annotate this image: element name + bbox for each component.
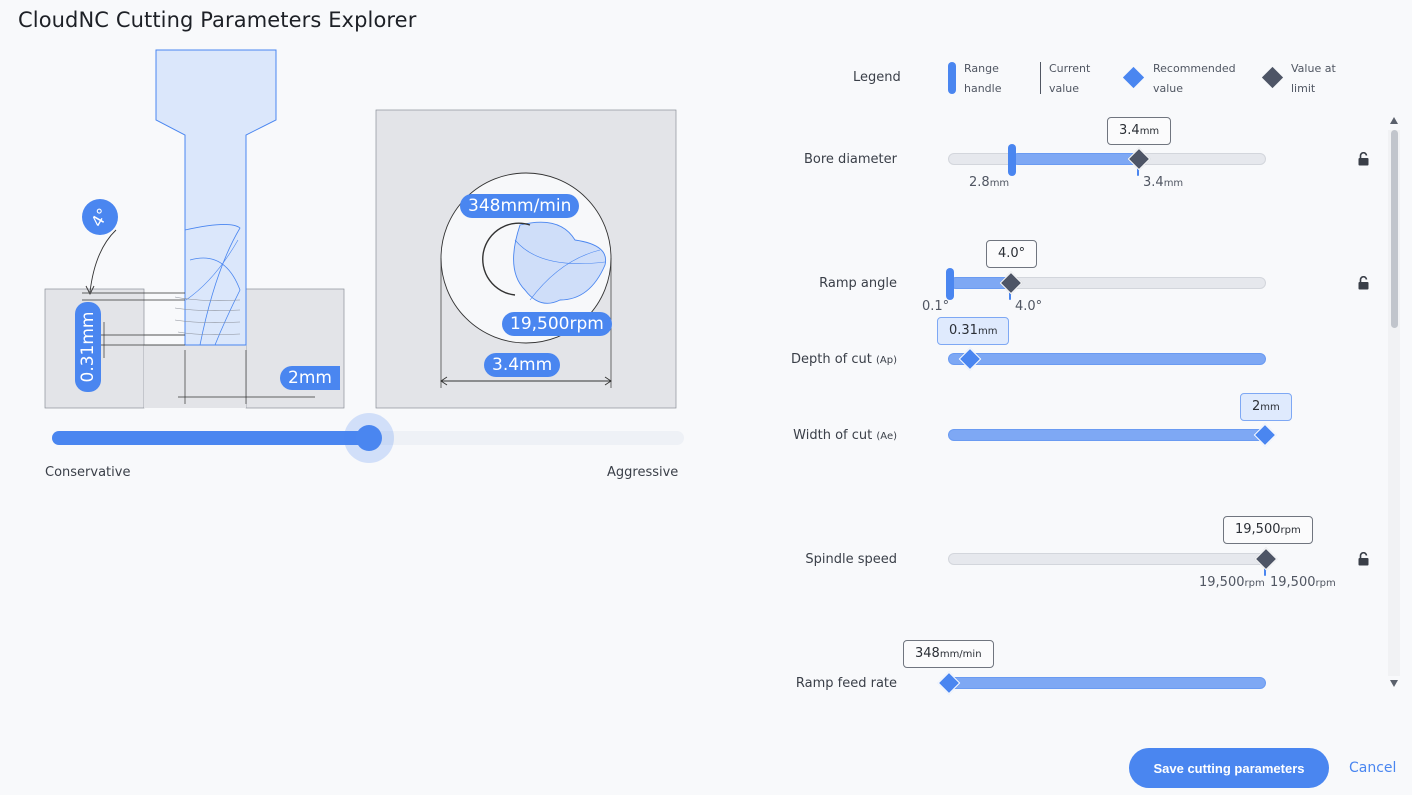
width-of-cut-track[interactable]: [948, 429, 1266, 441]
spindle-speed-min-tick: 19,500rpm: [1199, 575, 1265, 590]
bore-diameter-value-bubble: 3.4mm: [1107, 117, 1172, 145]
legend-range-handle: Range handle: [964, 62, 1002, 95]
bore-diameter-current-tick: 3.4mm: [1143, 175, 1184, 190]
spindle-speed-current-tick: 19,500rpm: [1270, 575, 1336, 590]
depth-of-cut-track[interactable]: [948, 353, 1266, 365]
legend-title: Legend: [853, 70, 901, 85]
save-cutting-parameters-button[interactable]: Save cutting parameters: [1129, 748, 1329, 788]
ramp-angle-badge: 4°: [82, 199, 118, 235]
ramp-angle-current-tick: 4.0°: [1015, 299, 1043, 314]
depth-of-cut-value-bubble: 0.31mm: [937, 317, 1010, 345]
current-value-legend-icon: [1040, 62, 1041, 94]
diameter-label-pill: 3.4mm: [484, 353, 561, 377]
depth-of-cut-label: Depth of cut (Ap): [790, 352, 897, 367]
cancel-link[interactable]: Cancel: [1349, 760, 1396, 776]
ramp-angle-value-bubble: 4.0°: [986, 240, 1038, 268]
width-label-pill: 2mm: [280, 366, 340, 390]
bore-diameter-min-handle[interactable]: [1008, 144, 1016, 176]
ramp-angle-limit-diamond[interactable]: [999, 271, 1023, 295]
ramp-angle-min-handle[interactable]: [946, 268, 954, 300]
range-handle-legend-icon: [948, 62, 956, 94]
width-of-cut-label: Width of cut (Ae): [793, 428, 897, 443]
depth-of-cut-recommended-diamond[interactable]: [958, 347, 982, 371]
bore-diameter-label: Bore diameter: [804, 152, 897, 167]
ramp-angle-min-tick: 0.1°: [922, 299, 950, 314]
legend-recommended-value: Recommended value: [1153, 62, 1236, 95]
scroll-down-arrow-icon[interactable]: [1390, 680, 1398, 687]
bore-diameter-range-fill: [1012, 153, 1140, 165]
spindle-speed-label: Spindle speed: [805, 552, 897, 567]
width-of-cut-recommended-diamond[interactable]: [1253, 423, 1277, 447]
unlocked-padlock-icon[interactable]: [1357, 152, 1371, 166]
aggressiveness-fill: [52, 431, 368, 445]
ramp-angle-label: Ramp angle: [819, 276, 897, 291]
spindle-speed-track[interactable]: [948, 553, 1266, 565]
spindle-speed-limit-diamond[interactable]: [1254, 547, 1278, 571]
ramp-feed-rate-track[interactable]: [948, 677, 1266, 689]
limit-diamond-icon: [1261, 66, 1284, 89]
unlocked-padlock-icon[interactable]: [1357, 552, 1371, 566]
legend-current-value: Current value: [1049, 62, 1091, 95]
conservative-label: Conservative: [45, 465, 131, 480]
aggressive-label: Aggressive: [607, 465, 679, 480]
rpm-label-pill: 19,500rpm: [502, 312, 612, 336]
ramp-feed-rate-value-bubble: 348mm/min: [903, 640, 994, 668]
tool-illustration: 4° 0.31mm 2mm 348mm/min 19,500rpm 3.4mm: [0, 0, 700, 420]
ramp-feed-rate-label: Ramp feed rate: [795, 676, 897, 691]
legend-value-at-limit: Value at limit: [1291, 62, 1336, 95]
unlocked-padlock-icon[interactable]: [1357, 276, 1371, 290]
aggressiveness-thumb[interactable]: [356, 425, 382, 451]
scrollbar-thumb[interactable]: [1391, 130, 1398, 328]
depth-label-pill: 0.31mm: [75, 302, 101, 392]
recommended-diamond-icon: [1122, 66, 1145, 89]
bore-diameter-min-tick: 2.8mm: [969, 175, 1010, 190]
feed-label-pill: 348mm/min: [460, 194, 580, 218]
width-of-cut-value-bubble: 2mm: [1240, 393, 1292, 421]
scroll-up-arrow-icon[interactable]: [1390, 117, 1398, 124]
ramp-feed-rate-recommended-diamond[interactable]: [937, 671, 961, 695]
spindle-speed-value-bubble: 19,500rpm: [1223, 516, 1313, 544]
bore-diameter-limit-diamond[interactable]: [1127, 147, 1151, 171]
